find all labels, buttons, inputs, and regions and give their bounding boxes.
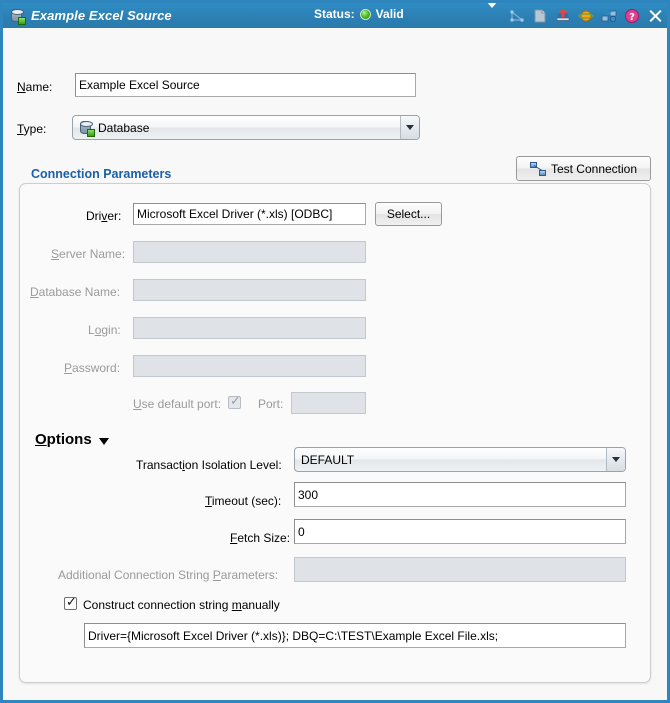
checkmark-icon: ✓ bbox=[66, 595, 77, 610]
timeout-input-value: 300 bbox=[298, 487, 319, 502]
refresh-data-icon[interactable] bbox=[601, 8, 617, 24]
fetch-size-input[interactable]: 0 bbox=[294, 519, 626, 544]
close-icon[interactable] bbox=[647, 8, 663, 24]
document-icon[interactable] bbox=[532, 8, 548, 24]
connection-parameters-title: Connection Parameters bbox=[31, 167, 172, 181]
use-default-port-checkbox[interactable]: ✓ bbox=[228, 394, 241, 409]
server-name-input[interactable] bbox=[133, 241, 366, 263]
name-label: Name: bbox=[17, 80, 53, 94]
construct-connection-string-checkbox[interactable]: ✓ bbox=[64, 595, 77, 610]
timeout-input[interactable]: 300 bbox=[294, 482, 626, 507]
status-label: Status: bbox=[314, 7, 355, 21]
isolation-level-combobox[interactable]: DEFAULT bbox=[294, 447, 626, 472]
test-connection-button[interactable]: Test Connection bbox=[516, 156, 651, 181]
sphere-icon[interactable] bbox=[578, 8, 594, 24]
driver-label: Driver: bbox=[86, 209, 122, 223]
password-input[interactable] bbox=[133, 355, 366, 377]
isolation-level-value: DEFAULT bbox=[301, 452, 355, 467]
database-icon bbox=[78, 120, 95, 137]
source-editor-window: Example Excel Source Status: Valid ? Nam… bbox=[0, 0, 670, 703]
use-default-port-label: Use default port: bbox=[133, 397, 222, 411]
select-driver-button[interactable]: Select... bbox=[375, 202, 442, 226]
name-input[interactable]: Example Excel Source bbox=[75, 73, 416, 97]
options-section-label: Options bbox=[35, 431, 92, 448]
select-driver-button-label: Select... bbox=[386, 207, 431, 221]
dropdown-arrow-icon[interactable] bbox=[486, 3, 502, 24]
password-label: Password: bbox=[64, 361, 121, 375]
status-value: Valid bbox=[375, 7, 404, 21]
login-label: Login: bbox=[88, 323, 121, 337]
chevron-down-icon[interactable] bbox=[606, 448, 625, 471]
port-label: Port: bbox=[258, 397, 284, 411]
type-combobox[interactable]: Database bbox=[72, 115, 420, 140]
timeout-label: Timeout (sec): bbox=[205, 494, 282, 508]
test-connection-button-label: Test Connection bbox=[550, 161, 638, 176]
server-name-label: Server Name: bbox=[51, 247, 126, 261]
name-input-value: Example Excel Source bbox=[79, 78, 200, 92]
fetch-size-input-value: 0 bbox=[298, 524, 305, 539]
database-name-input[interactable] bbox=[133, 279, 366, 301]
svg-text:?: ? bbox=[629, 12, 635, 23]
type-combobox-value: Database bbox=[98, 120, 150, 135]
network-nodes-icon bbox=[529, 161, 546, 176]
titlebar-toolbar: ? bbox=[486, 3, 663, 28]
additional-parameters-input[interactable] bbox=[294, 557, 626, 582]
port-input[interactable] bbox=[291, 392, 366, 414]
driver-input[interactable]: Microsoft Excel Driver (*.xls) [ODBC] bbox=[133, 203, 366, 225]
connection-string-input[interactable]: Driver={Microsoft Excel Driver (*.xls)};… bbox=[84, 623, 626, 648]
fetch-size-label: Fetch Size: bbox=[230, 531, 291, 545]
construct-connection-string-label: Construct connection string manually bbox=[83, 598, 280, 612]
isolation-level-label: Transaction Isolation Level: bbox=[136, 458, 282, 472]
options-section-header[interactable]: Options bbox=[35, 431, 109, 448]
window-title: Example Excel Source bbox=[31, 8, 172, 23]
checkmark-icon: ✓ bbox=[230, 394, 241, 409]
database-name-label: Database Name: bbox=[30, 285, 121, 299]
status-led-icon bbox=[359, 8, 371, 20]
chevron-down-icon[interactable] bbox=[400, 116, 419, 139]
status-indicator: Status: Valid bbox=[314, 7, 404, 21]
triangle-down-icon[interactable] bbox=[98, 437, 109, 445]
editor-body: Name: Example Excel Source Type: Databas… bbox=[3, 28, 667, 700]
login-input[interactable] bbox=[133, 317, 366, 339]
additional-parameters-label: Additional Connection String Parameters: bbox=[58, 568, 279, 582]
connection-string-input-value: Driver={Microsoft Excel Driver (*.xls)};… bbox=[88, 628, 499, 643]
lineage-graph-icon[interactable] bbox=[509, 8, 525, 24]
deploy-icon[interactable] bbox=[555, 8, 571, 24]
database-icon bbox=[9, 8, 26, 25]
type-label: Type: bbox=[17, 122, 47, 136]
help-icon[interactable]: ? bbox=[624, 8, 640, 24]
driver-input-value: Microsoft Excel Driver (*.xls) [ODBC] bbox=[137, 207, 333, 221]
window-titlebar: Example Excel Source Status: Valid ? bbox=[3, 3, 667, 28]
